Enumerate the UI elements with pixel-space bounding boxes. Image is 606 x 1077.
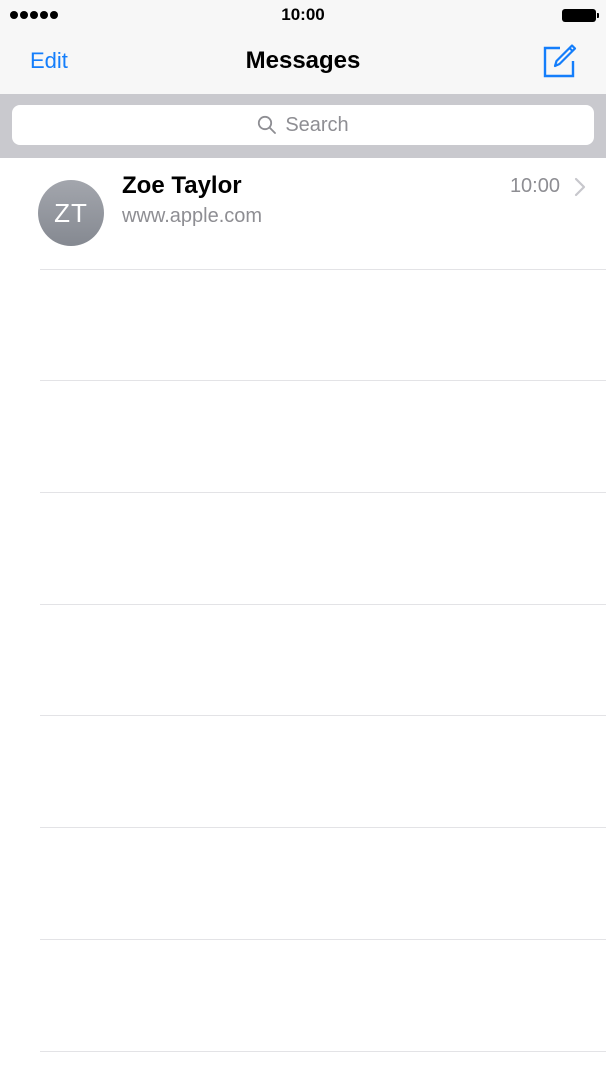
- empty-row: [40, 381, 606, 494]
- page-title: Messages: [245, 47, 361, 74]
- search-bar: Search: [0, 94, 606, 158]
- compose-icon: [543, 44, 577, 78]
- message-preview: www.apple.com: [122, 205, 263, 227]
- search-input[interactable]: Search: [12, 105, 594, 145]
- compose-button[interactable]: [540, 42, 578, 80]
- message-time: 10:00: [509, 175, 560, 197]
- status-bar: 10:00: [0, 0, 606, 30]
- conversation-row[interactable]: ZT Zoe Taylor www.apple.com 10:00: [0, 158, 606, 270]
- navigation-bar: Edit Messages: [0, 30, 606, 94]
- status-time: 10:00: [281, 5, 325, 24]
- empty-row: [40, 605, 606, 717]
- search-placeholder: Search: [285, 113, 349, 136]
- contact-name: Zoe Taylor: [122, 172, 242, 199]
- empty-row: [40, 493, 606, 605]
- chevron-right-icon: [574, 177, 586, 197]
- conversation-list: ZT Zoe Taylor www.apple.com 10:00: [0, 158, 606, 1052]
- search-icon: [258, 115, 277, 134]
- battery-icon: [562, 9, 599, 22]
- empty-row: [40, 828, 606, 940]
- messages-screen: 10:00 Edit Messages Search ZT Zoe Taylor: [0, 0, 606, 1077]
- empty-row: [40, 716, 606, 829]
- avatar: ZT: [38, 180, 104, 246]
- empty-row: [40, 270, 606, 382]
- empty-row: [40, 940, 606, 1052]
